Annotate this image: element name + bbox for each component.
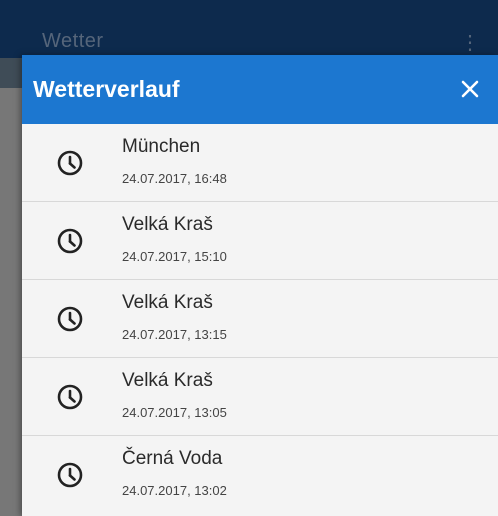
weather-history-dialog: Wetterverlauf München 24.07.2017, 16:48 Ve… (22, 55, 498, 516)
history-item-city: Velká Kraš (122, 370, 213, 391)
clock-icon (57, 384, 83, 410)
history-item-datetime: 24.07.2017, 13:15 (122, 327, 227, 342)
clock-icon (57, 306, 83, 332)
history-item-datetime: 24.07.2017, 16:48 (122, 171, 227, 186)
clock-icon (57, 462, 83, 488)
history-list-item[interactable]: München 24.07.2017, 16:48 (22, 124, 498, 202)
underlying-app-bar: Wetter ⋮ (0, 0, 498, 58)
overflow-menu-icon: ⋮ (460, 32, 480, 54)
history-list-item[interactable]: Velká Kraš 24.07.2017, 13:15 (22, 280, 498, 358)
dialog-title: Wetterverlauf (33, 76, 180, 102)
clock-icon (57, 150, 83, 176)
history-list-item[interactable]: Černá Voda 24.07.2017, 13:02 (22, 436, 498, 514)
history-list-item[interactable]: Velká Kraš 24.07.2017, 13:05 (22, 358, 498, 436)
close-button[interactable] (450, 69, 490, 109)
history-item-city: Velká Kraš (122, 214, 213, 235)
history-item-city: Černá Voda (122, 448, 223, 469)
history-item-city: Velká Kraš (122, 292, 213, 313)
dialog-header: Wetterverlauf (22, 55, 498, 124)
history-list-item[interactable]: Velká Kraš 24.07.2017, 15:10 (22, 202, 498, 280)
history-item-datetime: 24.07.2017, 15:10 (122, 249, 227, 264)
close-icon (461, 80, 479, 98)
history-item-city: München (122, 136, 201, 157)
underlying-app-title: Wetter (42, 30, 104, 52)
history-list: München 24.07.2017, 16:48 Velká Kraš 24.07.… (22, 124, 498, 514)
clock-icon (57, 228, 83, 254)
history-item-datetime: 24.07.2017, 13:05 (122, 405, 227, 420)
history-item-datetime: 24.07.2017, 13:02 (122, 483, 227, 498)
